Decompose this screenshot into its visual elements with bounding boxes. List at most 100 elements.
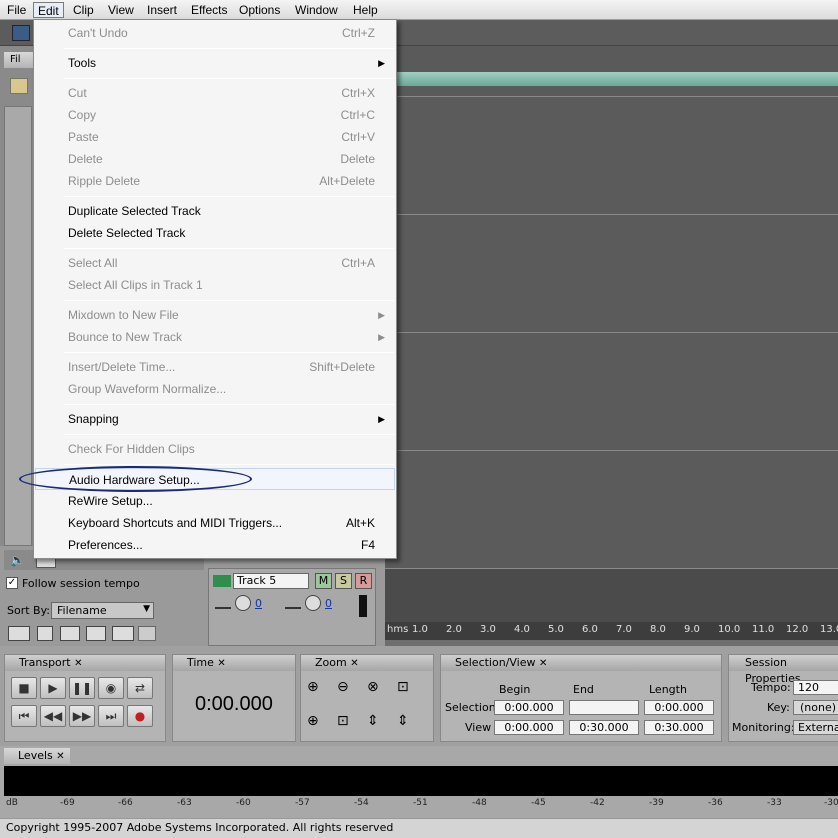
- selection-view-tab[interactable]: Selection/View ✕: [441, 655, 721, 671]
- zoom-left-icon[interactable]: ⊕: [307, 713, 319, 729]
- zoom-right-icon[interactable]: ⊡: [337, 713, 349, 729]
- menu-item-group-normalize[interactable]: Group Waveform Normalize...: [35, 378, 395, 400]
- close-icon[interactable]: ✕: [74, 658, 82, 669]
- session-properties-tab[interactable]: Session Properties: [729, 655, 838, 685]
- menu-item-cut[interactable]: Cut Ctrl+X: [35, 82, 395, 104]
- selection-length-field[interactable]: 0:00.000: [644, 700, 714, 715]
- solo-button[interactable]: S: [335, 573, 352, 589]
- zoom-out-icon[interactable]: ⊖: [337, 679, 349, 695]
- menu-item-preferences[interactable]: Preferences... F4: [35, 534, 395, 556]
- insert-icon[interactable]: [8, 626, 30, 641]
- menu-insert[interactable]: Insert: [143, 2, 181, 18]
- stop-button[interactable]: ■: [11, 677, 37, 699]
- volume-knob[interactable]: [235, 595, 251, 611]
- sort-by-select[interactable]: Filename ▼: [51, 602, 154, 619]
- zoom-tab[interactable]: Zoom ✕: [301, 655, 433, 671]
- zoom-selection-icon[interactable]: ⊡: [397, 679, 409, 695]
- track-lane[interactable]: [385, 214, 838, 332]
- time-ruler[interactable]: hms 1.0 2.0 3.0 4.0 5.0 6.0 7.0 8.0 9.0 …: [385, 622, 838, 640]
- menu-item-mixdown[interactable]: Mixdown to New File ▶: [35, 304, 395, 326]
- open-folder-icon[interactable]: [10, 78, 28, 94]
- go-to-end-button[interactable]: ⏭: [98, 705, 124, 727]
- levels-tab[interactable]: Levels ✕: [4, 748, 70, 764]
- menu-item-paste[interactable]: Paste Ctrl+V: [35, 126, 395, 148]
- col-length: Length: [649, 683, 687, 696]
- fast-forward-button[interactable]: ▶▶: [69, 705, 95, 727]
- menu-item-label: ReWire Setup...: [68, 494, 153, 508]
- menu-effects[interactable]: Effects: [187, 2, 231, 18]
- play-from-cursor-button[interactable]: ◉: [98, 677, 124, 699]
- menu-item-delete[interactable]: Delete Delete: [35, 148, 395, 170]
- menu-view[interactable]: View: [104, 2, 138, 18]
- go-to-start-button[interactable]: ⏮: [11, 705, 37, 727]
- clip-bar[interactable]: [395, 72, 838, 86]
- menu-item-bounce[interactable]: Bounce to New Track ▶: [35, 326, 395, 348]
- menu-item-snapping[interactable]: Snapping ▶: [35, 408, 395, 430]
- time-tab[interactable]: Time ✕: [173, 655, 295, 671]
- submenu-arrow-icon: ▶: [378, 310, 385, 320]
- menu-item-tools[interactable]: Tools ▶: [35, 52, 395, 74]
- track-name-field[interactable]: Track 5: [233, 573, 309, 589]
- track-header[interactable]: Track 5 M S R 0 0: [208, 568, 376, 646]
- record-button[interactable]: ●: [127, 705, 153, 727]
- follow-tempo-checkbox[interactable]: ✓: [6, 577, 18, 589]
- close-icon[interactable]: ✕: [56, 751, 64, 762]
- menu-clip[interactable]: Clip: [69, 2, 98, 18]
- volume-value[interactable]: 0: [255, 597, 262, 610]
- pause-button[interactable]: ❚❚: [69, 677, 95, 699]
- view-length-field[interactable]: 0:30.000: [644, 720, 714, 735]
- mute-button[interactable]: M: [315, 573, 332, 589]
- speaker-icon[interactable]: 🔈: [10, 553, 25, 567]
- files-tab[interactable]: Fil: [4, 52, 34, 68]
- zoom-vertical-in-icon[interactable]: ⇕: [367, 713, 379, 729]
- menu-item-copy[interactable]: Copy Ctrl+C: [35, 104, 395, 126]
- menu-options[interactable]: Options: [235, 2, 284, 18]
- menu-item-cant-undo[interactable]: Can't Undo Ctrl+Z: [35, 22, 395, 44]
- menu-item-ripple-delete[interactable]: Ripple Delete Alt+Delete: [35, 170, 395, 192]
- close-icon[interactable]: ✕: [217, 658, 225, 669]
- menu-item-insert-delete-time[interactable]: Insert/Delete Time... Shift+Delete: [35, 356, 395, 378]
- menu-item-shortcut: Alt+K: [345, 516, 375, 530]
- menu-window[interactable]: Window: [291, 2, 342, 18]
- view-end-field[interactable]: 0:30.000: [569, 720, 639, 735]
- menu-file[interactable]: File: [3, 2, 30, 18]
- music-note-icon[interactable]: [86, 626, 106, 641]
- loop-button[interactable]: ⇄: [127, 677, 153, 699]
- tempo-field[interactable]: 120: [793, 680, 838, 695]
- more-icon[interactable]: [138, 626, 156, 641]
- view-begin-field[interactable]: 0:00.000: [494, 720, 564, 735]
- film-icon[interactable]: [60, 626, 80, 641]
- track-lane[interactable]: [385, 96, 838, 214]
- key-select[interactable]: (none): [793, 700, 838, 715]
- close-icon[interactable]: ✕: [539, 658, 547, 669]
- pan-value[interactable]: 0: [325, 597, 332, 610]
- zoom-vertical-out-icon[interactable]: ⇕: [397, 713, 409, 729]
- menu-item-duplicate-track[interactable]: Duplicate Selected Track: [35, 200, 395, 222]
- menu-item-check-hidden-clips[interactable]: Check For Hidden Clips: [35, 438, 395, 460]
- rewind-button[interactable]: ◀◀: [40, 705, 66, 727]
- eye-icon[interactable]: [112, 626, 134, 641]
- monitoring-select[interactable]: External: [793, 720, 838, 735]
- transport-tab[interactable]: Transport ✕: [5, 655, 165, 671]
- menu-item-rewire-setup[interactable]: ReWire Setup...: [35, 490, 395, 512]
- track-lane[interactable]: [385, 568, 838, 622]
- menu-item-delete-track[interactable]: Delete Selected Track: [35, 222, 395, 244]
- menu-help[interactable]: Help: [349, 2, 382, 18]
- track-lane[interactable]: [385, 450, 838, 568]
- menu-item-keyboard-shortcuts[interactable]: Keyboard Shortcuts and MIDI Triggers... A…: [35, 512, 395, 534]
- menu-item-select-all-clips[interactable]: Select All Clips in Track 1: [35, 274, 395, 296]
- zoom-full-icon[interactable]: ⊗: [367, 679, 379, 695]
- selection-end-field[interactable]: [569, 700, 639, 715]
- track-lane[interactable]: [385, 332, 838, 450]
- record-arm-button[interactable]: R: [355, 573, 372, 589]
- selection-begin-field[interactable]: 0:00.000: [494, 700, 564, 715]
- play-button[interactable]: ▶: [40, 677, 66, 699]
- menu-edit[interactable]: Edit: [33, 2, 64, 18]
- waveform-view-icon[interactable]: [12, 25, 30, 41]
- sort-by-label: Sort By:: [7, 604, 51, 617]
- autoplay-icon[interactable]: [37, 626, 53, 641]
- close-icon[interactable]: ✕: [350, 658, 358, 669]
- pan-knob[interactable]: [305, 595, 321, 611]
- zoom-in-icon[interactable]: ⊕: [307, 679, 319, 695]
- menu-item-select-all[interactable]: Select All Ctrl+A: [35, 252, 395, 274]
